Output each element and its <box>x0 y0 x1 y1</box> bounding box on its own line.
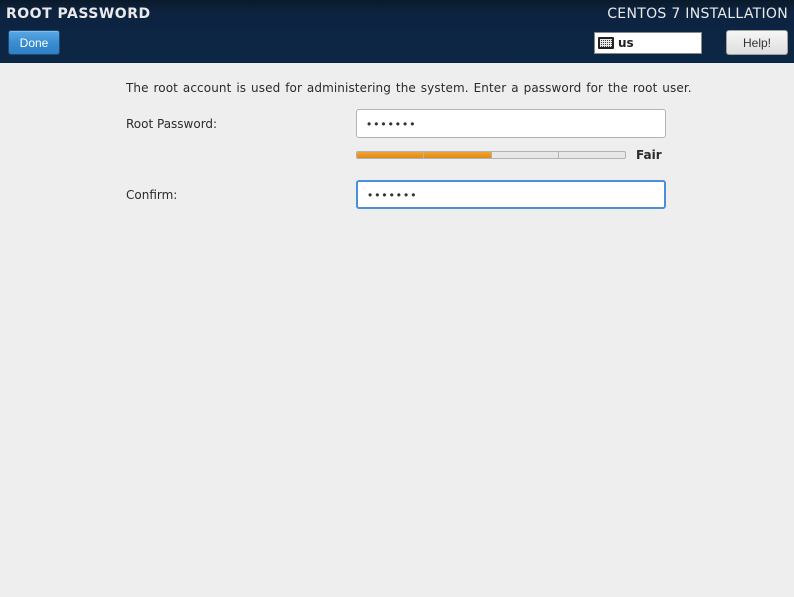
keyboard-icon <box>598 37 614 49</box>
root-password-input[interactable] <box>356 109 666 138</box>
strength-row: Fair <box>28 148 766 162</box>
help-button[interactable]: Help! <box>726 30 788 55</box>
keyboard-layout-label: us <box>618 36 634 50</box>
keyboard-layout-indicator[interactable]: us <box>594 32 702 54</box>
password-label: Root Password: <box>126 117 356 131</box>
header-bar: ROOT PASSWORD CENTOS 7 INSTALLATION Done… <box>0 0 794 63</box>
password-strength-bar <box>356 151 626 159</box>
strength-segment <box>492 152 559 158</box>
password-row: Root Password: <box>28 109 766 138</box>
strength-segment <box>424 152 491 158</box>
description-text: The root account is used for administeri… <box>126 81 766 95</box>
installer-title: CENTOS 7 INSTALLATION <box>607 6 788 22</box>
strength-segment <box>559 152 625 158</box>
confirm-password-input[interactable] <box>356 180 666 209</box>
done-button[interactable]: Done <box>8 30 60 55</box>
confirm-row: Confirm: <box>28 180 766 209</box>
strength-label: Fair <box>636 148 662 162</box>
content-area: The root account is used for administeri… <box>0 63 794 237</box>
confirm-label: Confirm: <box>126 188 356 202</box>
strength-segment <box>357 152 424 158</box>
page-title: ROOT PASSWORD <box>6 6 151 22</box>
